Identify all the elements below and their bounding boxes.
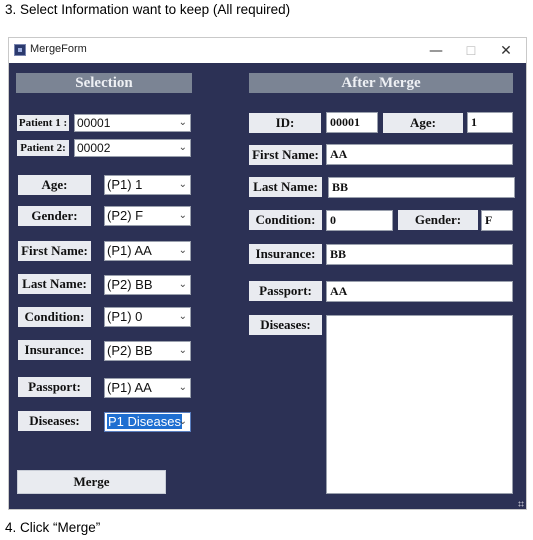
- last-name-select-value: (P2) BB: [107, 277, 153, 292]
- first-name-select[interactable]: (P1) AA ⌄: [104, 241, 191, 261]
- diseases-textarea[interactable]: [326, 315, 513, 494]
- resize-grip-icon[interactable]: [518, 501, 524, 507]
- minimize-button[interactable]: —: [421, 41, 451, 61]
- gender-label: Gender:: [18, 206, 91, 226]
- age-label: Age:: [18, 175, 91, 195]
- gender-select-value: (P2) F: [107, 208, 144, 223]
- close-button[interactable]: ✕: [491, 41, 521, 61]
- first-name-label: First Name:: [18, 241, 91, 261]
- condition-select-value: (P1) 0: [107, 309, 143, 324]
- diseases-result-label: Diseases:: [249, 315, 322, 335]
- age-field[interactable]: 1: [467, 112, 513, 133]
- passport-label: Passport:: [18, 377, 91, 397]
- chevron-down-icon: ⌄: [178, 179, 187, 190]
- patient2-label: Patient 2:: [17, 140, 69, 156]
- merge-form-window: MergeForm — ☐ ✕ Selection Patient 1 : 00…: [8, 37, 527, 510]
- chevron-down-icon: ⌄: [178, 345, 187, 356]
- first-name-result-label: First Name:: [249, 145, 322, 165]
- age-select[interactable]: (P1) 1 ⌄: [104, 175, 191, 195]
- last-name-label: Last Name:: [18, 274, 91, 294]
- first-name-field[interactable]: AA: [326, 144, 513, 165]
- chevron-down-icon: ⌄: [178, 382, 187, 393]
- first-name-select-value: (P1) AA: [107, 243, 152, 258]
- diseases-label: Diseases:: [18, 411, 91, 431]
- instruction-step-3: 3. Select Information want to keep (All …: [5, 2, 291, 17]
- passport-result-label: Passport:: [249, 281, 322, 301]
- instruction-step-4: 4. Click “Merge”: [5, 520, 101, 535]
- condition-result-label: Condition:: [249, 210, 322, 230]
- condition-select[interactable]: (P1) 0 ⌄: [104, 307, 191, 327]
- maximize-button[interactable]: ☐: [456, 41, 486, 61]
- chevron-down-icon: ⌄: [178, 142, 187, 153]
- gender-select[interactable]: (P2) F ⌄: [104, 206, 191, 226]
- gender-field[interactable]: F: [481, 210, 513, 231]
- passport-select[interactable]: (P1) AA ⌄: [104, 378, 191, 398]
- last-name-field[interactable]: BB: [328, 177, 515, 198]
- chevron-down-icon: ⌄: [178, 279, 187, 290]
- after-merge-header: After Merge: [249, 73, 513, 93]
- insurance-result-label: Insurance:: [249, 244, 322, 264]
- insurance-select-value: (P2) BB: [107, 343, 153, 358]
- gender-result-label: Gender:: [398, 210, 478, 230]
- chevron-down-icon: ⌄: [178, 416, 187, 427]
- chevron-down-icon: ⌄: [178, 245, 187, 256]
- insurance-field[interactable]: BB: [326, 244, 513, 265]
- patient2-select[interactable]: 00002 ⌄: [74, 139, 191, 157]
- diseases-select-value: P1 Diseases: [107, 414, 182, 429]
- chevron-down-icon: ⌄: [178, 311, 187, 322]
- window-title: MergeForm: [30, 43, 87, 55]
- patient2-value: 00002: [77, 141, 111, 155]
- title-bar: MergeForm — ☐ ✕: [9, 38, 526, 63]
- age-result-label: Age:: [383, 113, 463, 133]
- patient1-select[interactable]: 00001 ⌄: [74, 114, 191, 132]
- id-field[interactable]: 00001: [326, 112, 378, 133]
- condition-label: Condition:: [18, 307, 91, 327]
- chevron-down-icon: ⌄: [178, 210, 187, 221]
- last-name-select[interactable]: (P2) BB ⌄: [104, 275, 191, 295]
- form-body: Selection Patient 1 : 00001 ⌄ Patient 2: …: [9, 63, 526, 509]
- patient1-label: Patient 1 :: [17, 115, 69, 131]
- passport-field[interactable]: AA: [326, 281, 513, 302]
- id-label: ID:: [249, 113, 321, 133]
- diseases-select[interactable]: P1 Diseases ⌄: [104, 412, 191, 432]
- chevron-down-icon: ⌄: [178, 117, 187, 128]
- selection-header: Selection: [16, 73, 192, 93]
- merge-button[interactable]: Merge: [17, 470, 166, 494]
- insurance-select[interactable]: (P2) BB ⌄: [104, 341, 191, 361]
- passport-select-value: (P1) AA: [107, 380, 152, 395]
- app-icon: [14, 44, 26, 56]
- insurance-label: Insurance:: [18, 340, 91, 360]
- patient1-value: 00001: [77, 116, 111, 130]
- last-name-result-label: Last Name:: [249, 177, 322, 197]
- condition-field[interactable]: 0: [326, 210, 393, 231]
- age-select-value: (P1) 1: [107, 177, 143, 192]
